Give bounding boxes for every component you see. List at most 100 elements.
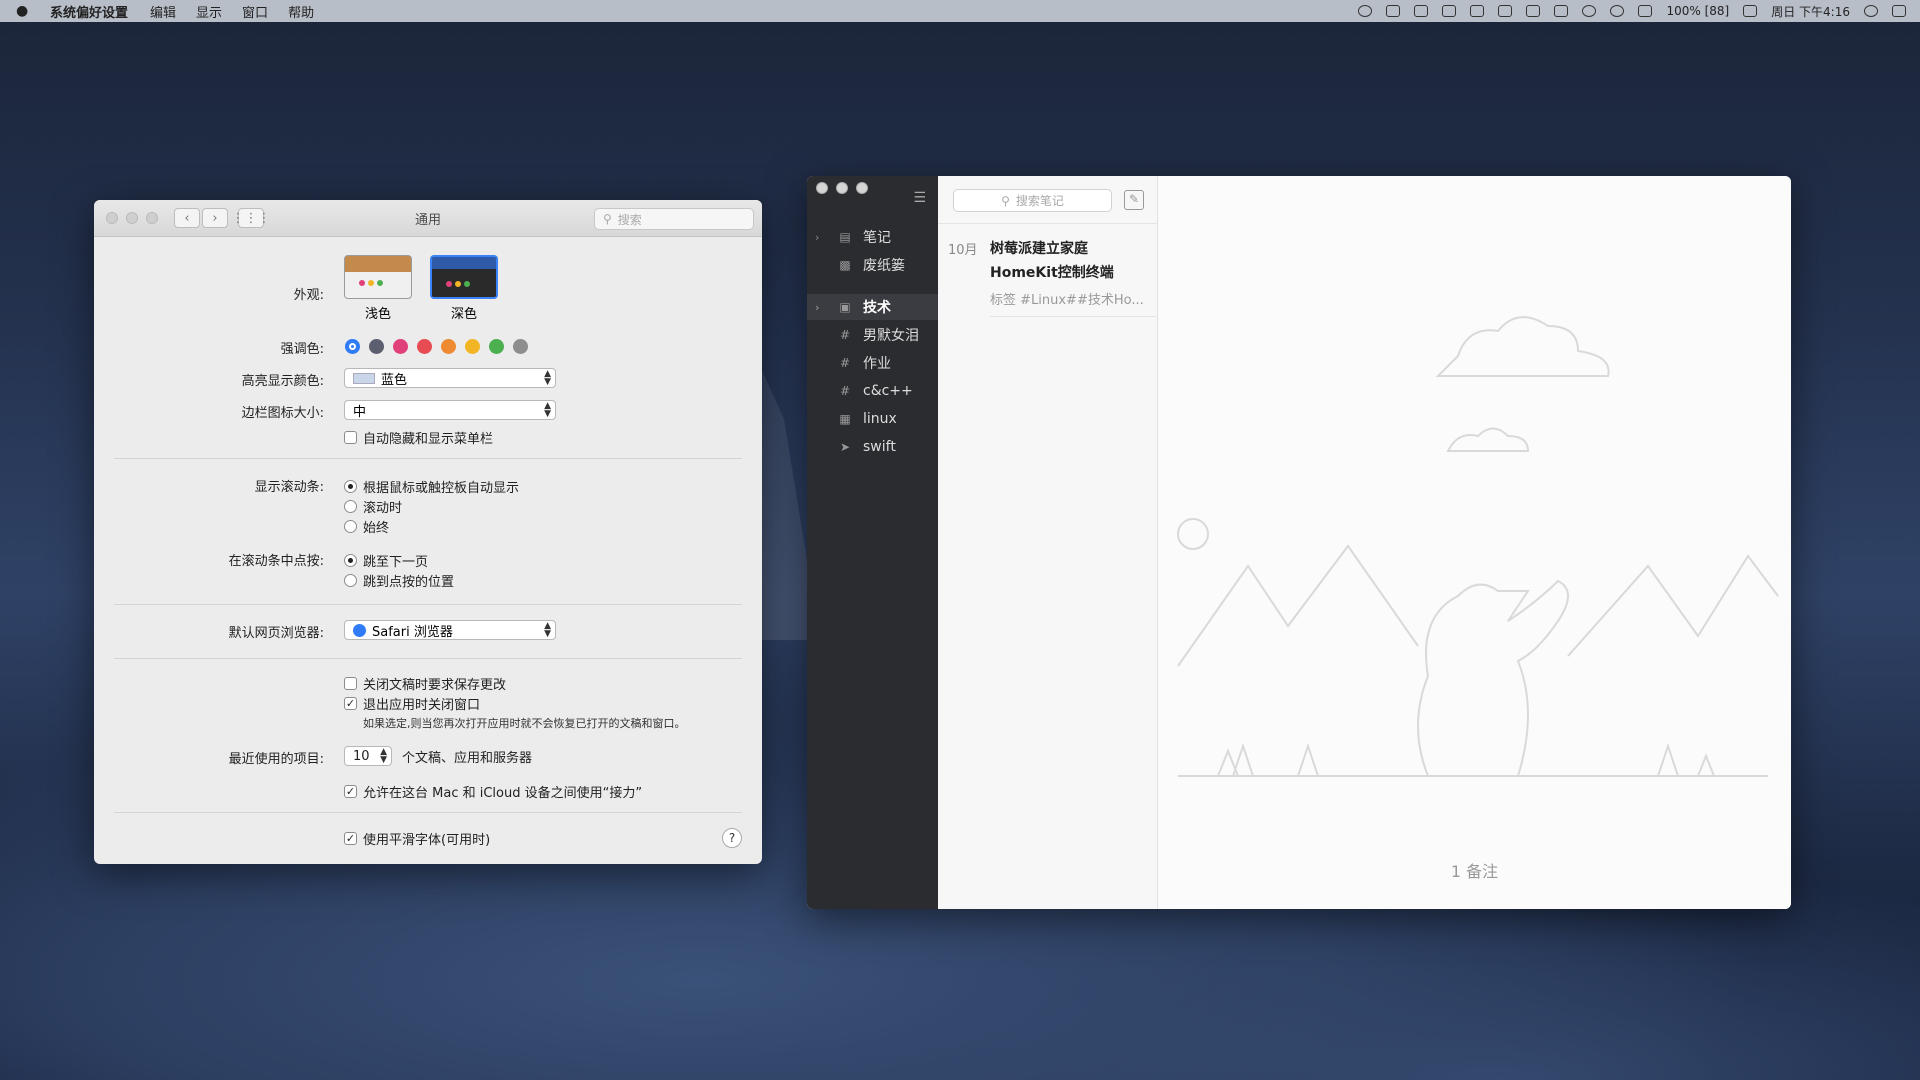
- autohide-menubar-row[interactable]: 自动隐藏和显示菜单栏: [344, 428, 493, 447]
- accent-orange[interactable]: [441, 339, 456, 354]
- minimize-button[interactable]: [126, 212, 138, 224]
- sidebar-item-cpp[interactable]: # c&c++: [807, 378, 938, 404]
- chevron-right-icon[interactable]: ›: [815, 231, 819, 244]
- general-preferences-window: ‹ › ⋮⋮⋮ 通用 ⚲ 搜索 外观: 浅色 深色 强调色: 高亮显示颜色: 蓝…: [94, 200, 762, 864]
- scrollbar-label: 显示滚动条:: [254, 480, 324, 495]
- appearance-dark-option[interactable]: 深色: [430, 255, 498, 322]
- time-machine-icon[interactable]: [1582, 5, 1597, 17]
- notification-center-icon[interactable]: [1892, 5, 1906, 17]
- divider: [114, 658, 742, 659]
- dark-theme-thumbnail[interactable]: [430, 255, 498, 299]
- apple-menu-icon[interactable]: ●: [16, 3, 38, 19]
- light-theme-thumbnail[interactable]: [344, 255, 412, 299]
- radio-button[interactable]: [344, 554, 357, 567]
- sidebar-item-trash[interactable]: ▩ 废纸篓: [807, 252, 938, 278]
- recent-items-suffix: 个文稿、应用和服务器: [402, 750, 533, 766]
- clock[interactable]: 周日 下午4:16: [1771, 3, 1850, 20]
- search-notes-input[interactable]: ⚲ 搜索笔记: [953, 189, 1112, 212]
- appearance-light-option[interactable]: 浅色: [344, 255, 412, 322]
- menu-help[interactable]: 帮助: [288, 2, 314, 21]
- input-method-icon[interactable]: [1743, 5, 1758, 17]
- divider: [114, 604, 742, 605]
- sidebar-item-label: 作业: [863, 356, 891, 372]
- smooth-fonts-checkbox[interactable]: ✓: [344, 832, 357, 845]
- accent-yellow[interactable]: [465, 339, 480, 354]
- close-button[interactable]: [816, 182, 828, 194]
- accent-label: 强调色:: [280, 342, 324, 357]
- sidebar-item-label: 笔记: [863, 230, 891, 246]
- forward-button[interactable]: ›: [202, 208, 228, 228]
- accent-red[interactable]: [417, 339, 432, 354]
- grid-icon[interactable]: [1470, 5, 1485, 17]
- menu-window[interactable]: 窗口: [242, 2, 268, 21]
- menu-view[interactable]: 显示: [196, 2, 222, 21]
- radio-button[interactable]: [344, 574, 357, 587]
- smooth-fonts-row[interactable]: ✓ 使用平滑字体(可用时): [344, 829, 490, 848]
- accent-pink[interactable]: [393, 339, 408, 354]
- note-list: ⚲ 搜索笔记 ✎ 10月 树莓派建立家庭 HomeKit控制终端 标签 #Lin…: [938, 176, 1158, 909]
- scrollbar-option-always[interactable]: 始终: [344, 517, 389, 536]
- compose-icon[interactable]: ✎: [1124, 190, 1144, 210]
- polar-bear-illustration: [1177, 316, 1779, 777]
- sidebar-item-tag-1[interactable]: # 男默女泪: [807, 322, 938, 348]
- close-windows-row[interactable]: ✓ 退出应用时关闭窗口: [344, 694, 480, 713]
- back-button[interactable]: ‹: [174, 208, 200, 228]
- radio-button[interactable]: [344, 500, 357, 513]
- click-option-jump[interactable]: 跳到点按的位置: [344, 571, 454, 590]
- updown-icon: ▲ ▼: [544, 401, 551, 419]
- battery-status[interactable]: 100% [88]: [1666, 4, 1729, 18]
- menu-app-name[interactable]: 系统偏好设置: [50, 2, 128, 21]
- show-all-button[interactable]: ⋮⋮⋮: [232, 208, 271, 228]
- divider: [938, 223, 1158, 224]
- sidebar-item-homework[interactable]: # 作业: [807, 350, 938, 376]
- bear-menu-icon[interactable]: [1498, 5, 1513, 17]
- highlight-color-select[interactable]: 蓝色 ▲ ▼: [344, 368, 556, 388]
- radio-button[interactable]: [344, 520, 357, 533]
- click-option-next-page[interactable]: 跳至下一页: [344, 551, 428, 570]
- handoff-checkbox[interactable]: ✓: [344, 785, 357, 798]
- default-browser-select[interactable]: Safari 浏览器 ▲ ▼: [344, 620, 556, 640]
- ask-save-row[interactable]: 关闭文稿时要求保存更改: [344, 674, 506, 693]
- sidebar-item-swift[interactable]: ➤ swift: [807, 434, 938, 460]
- record-icon[interactable]: [1358, 5, 1373, 17]
- accent-gray[interactable]: [513, 339, 528, 354]
- spotlight-icon[interactable]: [1864, 5, 1878, 17]
- zoom-button[interactable]: [146, 212, 158, 224]
- wifi-icon[interactable]: [1610, 5, 1625, 17]
- volume-icon[interactable]: [1638, 5, 1653, 17]
- sidebar-item-label: swift: [863, 439, 896, 455]
- tool-icon[interactable]: [1442, 5, 1457, 17]
- sidebar-item-linux[interactable]: ▦ linux: [807, 406, 938, 432]
- close-button[interactable]: [106, 212, 118, 224]
- accent-green[interactable]: [489, 339, 504, 354]
- handoff-row[interactable]: ✓ 允许在这台 Mac 和 iCloud 设备之间使用“接力”: [344, 782, 642, 801]
- radio-button[interactable]: [344, 480, 357, 493]
- minimize-button[interactable]: [836, 182, 848, 194]
- click-scrollbar-label: 在滚动条中点按:: [228, 554, 324, 569]
- chevron-right-icon[interactable]: ›: [815, 301, 820, 314]
- close-windows-checkbox[interactable]: ✓: [344, 697, 357, 710]
- chevron-right-icon: ›: [212, 210, 218, 226]
- ask-save-checkbox[interactable]: [344, 677, 357, 690]
- sidebar-item-label: 废纸篓: [863, 258, 905, 274]
- menu-edit[interactable]: 编辑: [150, 2, 176, 21]
- scrollbar-option-auto[interactable]: 根据鼠标或触控板自动显示: [344, 477, 519, 496]
- search-icon: ⚲: [603, 212, 612, 226]
- accent-graphite[interactable]: [369, 339, 384, 354]
- qq-icon[interactable]: [1386, 5, 1401, 17]
- display-icon[interactable]: [1526, 5, 1541, 17]
- airplay-icon[interactable]: [1554, 5, 1569, 17]
- sidebar-item-notes[interactable]: › ▤ 笔记: [807, 224, 938, 250]
- recent-items-select[interactable]: 10 ▲ ▼: [344, 746, 392, 766]
- search-field[interactable]: ⚲ 搜索: [594, 208, 754, 230]
- scrollbar-option-scrolling[interactable]: 滚动时: [344, 497, 402, 516]
- sidebar-item-tech[interactable]: › ▣ 技术: [807, 294, 938, 320]
- recent-items-label: 最近使用的项目:: [228, 752, 324, 767]
- wechat-icon[interactable]: [1414, 5, 1429, 17]
- help-button[interactable]: ?: [722, 828, 742, 848]
- sidebar-icon-size-select[interactable]: 中 ▲ ▼: [344, 400, 556, 420]
- autohide-menubar-checkbox[interactable]: [344, 431, 357, 444]
- zoom-button[interactable]: [856, 182, 868, 194]
- accent-blue[interactable]: [345, 339, 360, 354]
- sliders-icon[interactable]: ☰: [913, 190, 926, 206]
